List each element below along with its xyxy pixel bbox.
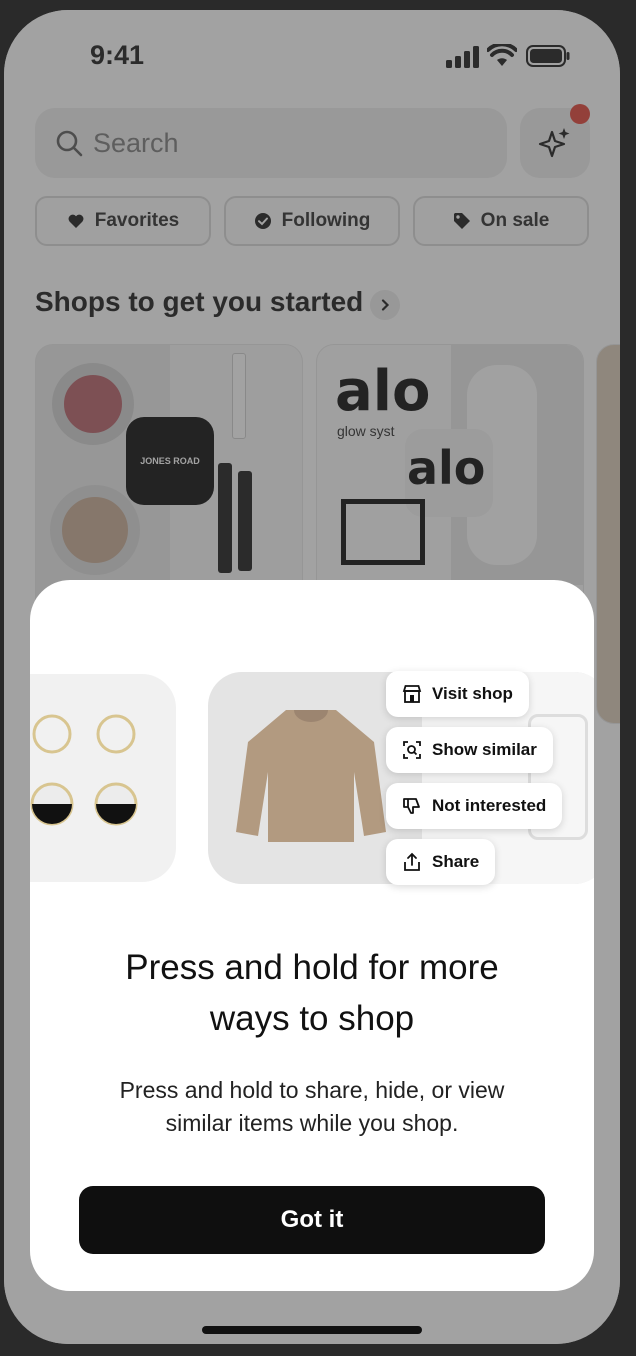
menu-label: Visit shop [432,684,513,703]
sheet-description: Press and hold to share, hide, or view s… [119,1077,505,1136]
phone-screen: 9:41 Search [4,10,620,1344]
store-icon [402,685,422,703]
menu-show-similar[interactable]: Show similar [386,727,553,773]
scan-search-icon [403,741,421,759]
product-card-earrings[interactable] [30,674,176,882]
menu-label: Share [432,852,480,871]
onboarding-sheet: Visit shop Show similar Not interested S… [30,580,594,1291]
menu-label: Not interested [432,796,547,815]
thumbs-down-icon [403,798,420,814]
menu-label: Show similar [432,740,537,759]
earrings-image [30,714,138,826]
home-indicator[interactable] [202,1326,422,1334]
sheet-title: Press and hold for more ways to shop [125,948,499,1038]
menu-share[interactable]: Share [386,839,496,885]
got-it-button[interactable]: Got it [79,1186,545,1254]
share-icon [404,852,420,871]
sweatshirt-image [236,710,386,842]
menu-visit-shop[interactable]: Visit shop [386,671,529,717]
menu-not-interested[interactable]: Not interested [386,783,563,829]
